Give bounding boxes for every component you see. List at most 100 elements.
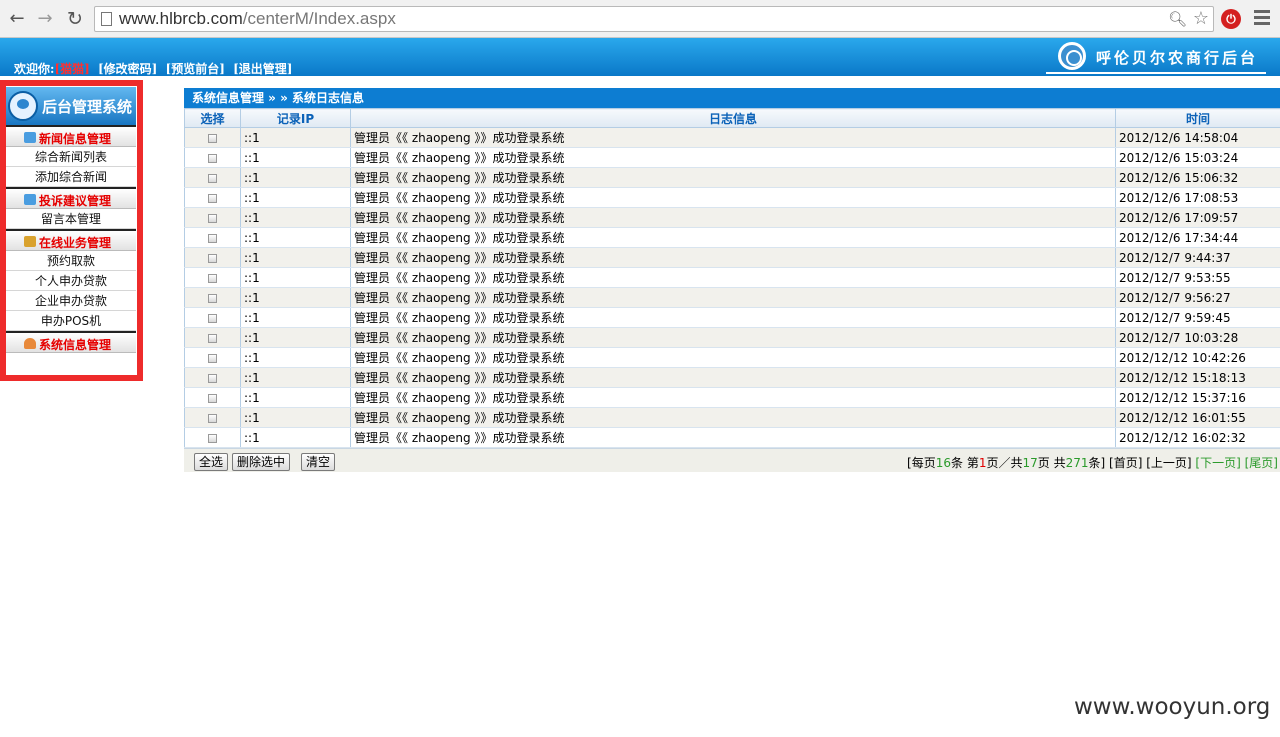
welcome-label: 欢迎你: <box>14 62 55 76</box>
reload-icon[interactable]: ↻ <box>64 8 86 30</box>
url-text[interactable]: www.hlbrcb.com/centerM/Index.aspx <box>119 9 396 29</box>
message-cell: 管理员《《 zhaopeng 》》成功登录系统 <box>350 347 1116 368</box>
brand-logo: 呼伦贝尔农商行后台 <box>1046 40 1266 74</box>
time-cell: 2012/12/6 17:34:44 <box>1115 227 1280 248</box>
row-checkbox-cell <box>184 147 241 168</box>
row-checkbox[interactable] <box>208 433 217 443</box>
sidebar-group-feedback[interactable]: 投诉建议管理 <box>6 187 136 209</box>
row-checkbox[interactable] <box>208 273 217 283</box>
back-arrow-icon[interactable]: ← <box>6 8 28 30</box>
sidebar-group-label: 在线业务管理 <box>39 236 112 250</box>
username: [猫猫] <box>54 62 90 76</box>
select-all-button[interactable]: 全选 <box>194 453 229 471</box>
breadcrumb: 系统信息管理 » » 系统日志信息 <box>184 88 1280 108</box>
row-checkbox[interactable] <box>208 193 217 203</box>
table-row: ::1 管理员《《 zhaopeng 》》成功登录系统 2012/12/7 9:44… <box>184 247 1280 268</box>
sidebar-item-business-loan[interactable]: 企业申办贷款 <box>6 291 136 311</box>
pager-text: 条 第 <box>951 456 979 470</box>
row-checkbox[interactable] <box>208 153 217 163</box>
row-checkbox[interactable] <box>208 353 217 363</box>
pager-text: 条] <box>1088 456 1106 470</box>
column-header-time: 时间 <box>1115 108 1280 128</box>
extension-icon[interactable]: ⏻ <box>1221 9 1241 29</box>
row-checkbox-cell <box>184 207 241 228</box>
ip-cell: ::1 <box>240 187 351 208</box>
pager-last-link[interactable]: [尾页] <box>1245 456 1278 470</box>
row-checkbox[interactable] <box>208 393 217 403</box>
row-checkbox-cell <box>184 427 241 448</box>
pager-text: 页 共 <box>1037 456 1066 470</box>
sidebar-group-news[interactable]: 新闻信息管理 <box>6 125 136 147</box>
ip-cell: ::1 <box>240 247 351 268</box>
brand-underline <box>1046 72 1266 74</box>
business-icon <box>24 236 36 247</box>
table-footer: 全选 删除选中 清空 [每页16条 第1页／共17页 共271条] [首页] [… <box>184 448 1280 472</box>
ip-cell: ::1 <box>240 367 351 388</box>
time-cell: 2012/12/7 10:03:28 <box>1115 327 1280 348</box>
preview-site-link[interactable]: [预览前台] <box>166 62 225 76</box>
sidebar: 后台管理系统 新闻信息管理 综合新闻列表 添加综合新闻 投诉建议管理 留言本管理… <box>6 87 136 353</box>
row-checkbox[interactable] <box>208 233 217 243</box>
row-checkbox[interactable] <box>208 213 217 223</box>
time-cell: 2012/12/12 10:42:26 <box>1115 347 1280 368</box>
row-checkbox-cell <box>184 387 241 408</box>
sidebar-group-system[interactable]: 系统信息管理 <box>6 331 136 353</box>
row-checkbox-cell <box>184 167 241 188</box>
pager-per-page: 16 <box>935 456 951 470</box>
browser-menu-icon[interactable] <box>1254 10 1270 26</box>
table-row: ::1 管理员《《 zhaopeng 》》成功登录系统 2012/12/12 16:… <box>184 427 1280 448</box>
sidebar-item-pos[interactable]: 申办POS机 <box>6 311 136 331</box>
message-cell: 管理员《《 zhaopeng 》》成功登录系统 <box>350 367 1116 388</box>
ip-cell: ::1 <box>240 287 351 308</box>
sidebar-group-business[interactable]: 在线业务管理 <box>6 229 136 251</box>
time-cell: 2012/12/12 16:01:55 <box>1115 407 1280 428</box>
sidebar-item-personal-loan[interactable]: 个人申办贷款 <box>6 271 136 291</box>
table-header-row: 选择 记录IP 日志信息 时间 <box>184 108 1280 128</box>
row-checkbox[interactable] <box>208 313 217 323</box>
clear-button[interactable]: 清空 <box>301 453 336 471</box>
pager-first-link[interactable]: [首页] <box>1109 456 1142 470</box>
bookmark-star-icon[interactable]: ☆ <box>1193 8 1209 29</box>
ip-cell: ::1 <box>240 307 351 328</box>
pager-prev-link[interactable]: [上一页] <box>1146 456 1191 470</box>
row-checkbox[interactable] <box>208 133 217 143</box>
logout-link[interactable]: [退出管理] <box>233 62 292 76</box>
ip-cell: ::1 <box>240 407 351 428</box>
message-cell: 管理员《《 zhaopeng 》》成功登录系统 <box>350 207 1116 228</box>
table-row: ::1 管理员《《 zhaopeng 》》成功登录系统 2012/12/6 14:5… <box>184 127 1280 148</box>
time-cell: 2012/12/6 15:06:32 <box>1115 167 1280 188</box>
zoom-icon[interactable]: 🔍︎ <box>1168 10 1187 28</box>
row-checkbox[interactable] <box>208 373 217 383</box>
address-bar[interactable]: www.hlbrcb.com/centerM/Index.aspx 🔍︎ ☆ <box>94 6 1214 32</box>
delete-selected-button[interactable]: 删除选中 <box>232 453 291 471</box>
ip-cell: ::1 <box>240 267 351 288</box>
sidebar-group-label: 系统信息管理 <box>39 338 112 352</box>
app-header: 欢迎你:[猫猫] [修改密码] [预览前台] [退出管理] 呼伦贝尔农商行后台 <box>0 38 1280 76</box>
page-icon <box>101 12 112 26</box>
message-cell: 管理员《《 zhaopeng 》》成功登录系统 <box>350 187 1116 208</box>
row-checkbox[interactable] <box>208 413 217 423</box>
forward-arrow-icon[interactable]: → <box>34 8 56 30</box>
sidebar-item-guestbook[interactable]: 留言本管理 <box>6 209 136 229</box>
time-cell: 2012/12/6 15:03:24 <box>1115 147 1280 168</box>
octopus-logo-icon <box>8 91 38 121</box>
sidebar-item-withdrawal[interactable]: 预约取款 <box>6 251 136 271</box>
row-checkbox[interactable] <box>208 333 217 343</box>
row-checkbox[interactable] <box>208 253 217 263</box>
time-cell: 2012/12/7 9:44:37 <box>1115 247 1280 268</box>
message-cell: 管理员《《 zhaopeng 》》成功登录系统 <box>350 267 1116 288</box>
row-checkbox[interactable] <box>208 173 217 183</box>
sidebar-item-news-list[interactable]: 综合新闻列表 <box>6 147 136 167</box>
sidebar-item-add-news[interactable]: 添加综合新闻 <box>6 167 136 187</box>
news-icon <box>24 132 36 143</box>
row-checkbox-cell <box>184 367 241 388</box>
pager-next-link[interactable]: [下一页] <box>1195 456 1240 470</box>
change-password-link[interactable]: [修改密码] <box>98 62 157 76</box>
ip-cell: ::1 <box>240 207 351 228</box>
column-header-ip: 记录IP <box>240 108 351 128</box>
ip-cell: ::1 <box>240 147 351 168</box>
sidebar-title: 后台管理系统 <box>42 98 133 116</box>
row-checkbox[interactable] <box>208 293 217 303</box>
table-row: ::1 管理员《《 zhaopeng 》》成功登录系统 2012/12/6 17:0… <box>184 207 1280 228</box>
feedback-icon <box>24 194 36 205</box>
